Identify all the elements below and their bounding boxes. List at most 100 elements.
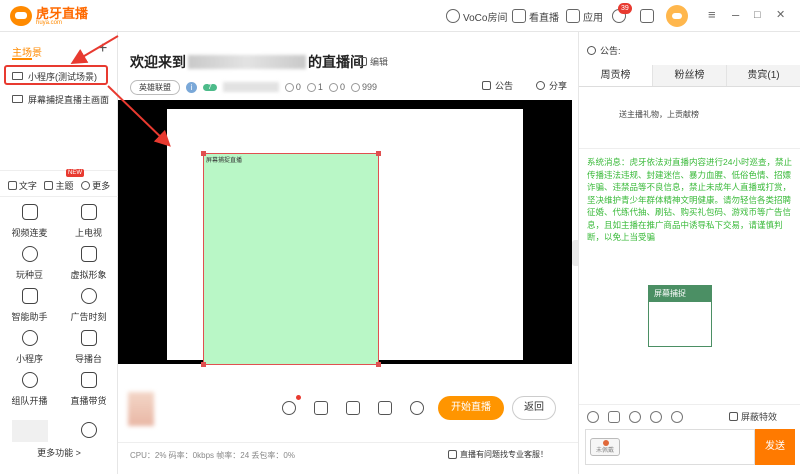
- menu-icon[interactable]: ≡: [708, 8, 716, 22]
- grid-icon: [566, 9, 580, 23]
- text-tool-label: 文字: [18, 180, 37, 191]
- feature-director[interactable]: 导播台: [59, 330, 118, 372]
- shield-effects-toggle[interactable]: 屏蔽特效: [729, 410, 777, 423]
- feature-label: 视频连麦: [11, 228, 48, 238]
- send-button[interactable]: 发送: [755, 429, 795, 465]
- share-label: 分享: [549, 81, 568, 91]
- chat-input[interactable]: 未佩戴: [585, 429, 755, 465]
- fan-badge-icon: [603, 440, 609, 446]
- feature-assistant[interactable]: 智能助手: [0, 288, 59, 330]
- highlight-annotation-box: [4, 65, 108, 85]
- blurred-room-name: [188, 55, 306, 69]
- microphone-icon[interactable]: [314, 401, 328, 415]
- feature-team[interactable]: 组队开播: [0, 372, 59, 414]
- emoji-icon[interactable]: [587, 411, 599, 423]
- gift-prompt: 送主播礼物，上贡献榜: [619, 110, 699, 119]
- live-control-bar: 开始直播 返回: [118, 382, 578, 436]
- settings-icon[interactable]: [650, 411, 662, 423]
- room-title-prefix: 欢迎来到: [130, 54, 186, 70]
- settings-icon[interactable]: [346, 401, 360, 415]
- screen-capture-source[interactable]: 屏幕捕捉直播: [167, 109, 523, 367]
- watch-live-button[interactable]: 看直播: [512, 8, 559, 24]
- camera-icon[interactable]: [378, 401, 392, 415]
- room-title-suffix: 的直播间: [308, 54, 364, 70]
- info-icon[interactable]: i: [186, 81, 197, 93]
- feature-avatar[interactable]: 虚拟形象: [59, 246, 118, 288]
- filter-icon[interactable]: [671, 411, 683, 423]
- support-icon: [448, 450, 457, 459]
- people-icon: [284, 82, 294, 92]
- support-link[interactable]: 直播有问题找专业客服！: [448, 449, 548, 460]
- resize-handle[interactable]: [201, 362, 206, 367]
- theme-tool-label: 主题: [55, 180, 74, 191]
- announcement-header: 公告:: [587, 44, 621, 57]
- resize-handle[interactable]: [376, 151, 381, 156]
- edit-title-button[interactable]: 编辑: [358, 55, 388, 68]
- add-scene-button[interactable]: +: [98, 40, 107, 58]
- share-icon: [536, 81, 545, 90]
- source-tool-row: 文字 主题 更多: [0, 178, 118, 192]
- voco-room-button[interactable]: VoCo房间: [446, 8, 507, 24]
- message-icon[interactable]: [608, 411, 620, 423]
- eye-icon: [350, 82, 360, 92]
- feature-tv[interactable]: 上电视: [59, 204, 118, 246]
- feature-shop[interactable]: 直播带货: [59, 372, 118, 414]
- apps-button[interactable]: 应用: [566, 8, 603, 24]
- text-icon: [7, 180, 17, 190]
- eye-icon[interactable]: [410, 401, 424, 415]
- tab-vip[interactable]: 贵宾(1): [727, 65, 800, 86]
- share-button[interactable]: 分享: [536, 79, 567, 92]
- theme-new-badge: NEW: [66, 169, 84, 177]
- close-button[interactable]: ✕: [776, 8, 785, 22]
- theme-tool-button[interactable]: 主题: [44, 178, 73, 192]
- beauty-icon[interactable]: [282, 401, 296, 415]
- screen-capture-card[interactable]: 屏幕捕捉: [648, 285, 712, 347]
- minimize-button[interactable]: –: [732, 8, 739, 22]
- feature-ad-time[interactable]: 广告时刻: [59, 288, 118, 330]
- user-avatar[interactable]: [666, 5, 688, 27]
- category-tag[interactable]: 英雄联盟: [130, 79, 180, 95]
- feature-label: 玩种豆: [15, 270, 43, 280]
- play-icon: [512, 9, 526, 23]
- scene-item-label: 屏幕捕捉直播主画面: [28, 94, 110, 105]
- shirt-icon: [44, 180, 54, 190]
- back-button[interactable]: 返回: [512, 396, 556, 420]
- live-preview-canvas[interactable]: 屏幕捕捉直播: [118, 100, 572, 367]
- tab-fans[interactable]: 粉丝榜: [653, 65, 727, 86]
- feature-video-link[interactable]: 视频连麦: [0, 204, 59, 246]
- feature-bean[interactable]: 玩种豆: [0, 246, 59, 288]
- tab-weekly-contribution[interactable]: 周贡榜: [579, 65, 653, 86]
- feature-label: 上电视: [74, 228, 102, 238]
- team-icon: [21, 372, 38, 388]
- heart-icon: [306, 82, 316, 92]
- stat-value: 0: [295, 82, 301, 92]
- level-badge: 7: [203, 83, 217, 91]
- stat-value: 0: [339, 82, 345, 92]
- more-icon: [81, 180, 91, 190]
- maximize-button[interactable]: □: [754, 8, 761, 22]
- mini-program-source[interactable]: 屏幕捕捉直播: [201, 151, 381, 367]
- feature-label: 广告时刻: [70, 312, 107, 322]
- start-live-button[interactable]: 开始直播: [438, 396, 504, 420]
- top-bar: 虎牙直播 huya.com VoCo房间 看直播 应用 39 ≡ – □ ✕: [0, 0, 800, 32]
- resize-handle[interactable]: [201, 151, 206, 156]
- fan-badge[interactable]: 未佩戴: [590, 438, 620, 456]
- huya-logo[interactable]: 虎牙直播 huya.com: [10, 6, 88, 26]
- more-features-button[interactable]: 更多功能 >: [0, 446, 118, 459]
- feature-label: 直播带货: [70, 396, 107, 406]
- notice-icon: [482, 81, 491, 90]
- edit-label: 编辑: [370, 57, 389, 67]
- feature-mini-program[interactable]: 小程序: [0, 330, 59, 372]
- voco-icon: [446, 9, 460, 23]
- divider: [0, 196, 118, 197]
- notice-button[interactable]: 公告: [482, 79, 513, 92]
- more-tool-button[interactable]: 更多: [81, 178, 110, 192]
- palette-icon[interactable]: [629, 411, 641, 423]
- scene-item-screen-capture[interactable]: 屏幕捕捉直播主画面: [12, 91, 109, 107]
- scene-header[interactable]: 主场景: [12, 44, 42, 59]
- feature-placeholder-tile[interactable]: [12, 420, 48, 442]
- resize-handle[interactable]: [376, 362, 381, 367]
- status-bar: CPU：2% 码率：0kbps 帧率：24 丢包率：0% 直播有问题找专业客服！: [118, 442, 578, 464]
- text-tool-button[interactable]: 文字: [7, 178, 37, 192]
- calendar-button[interactable]: [640, 8, 654, 24]
